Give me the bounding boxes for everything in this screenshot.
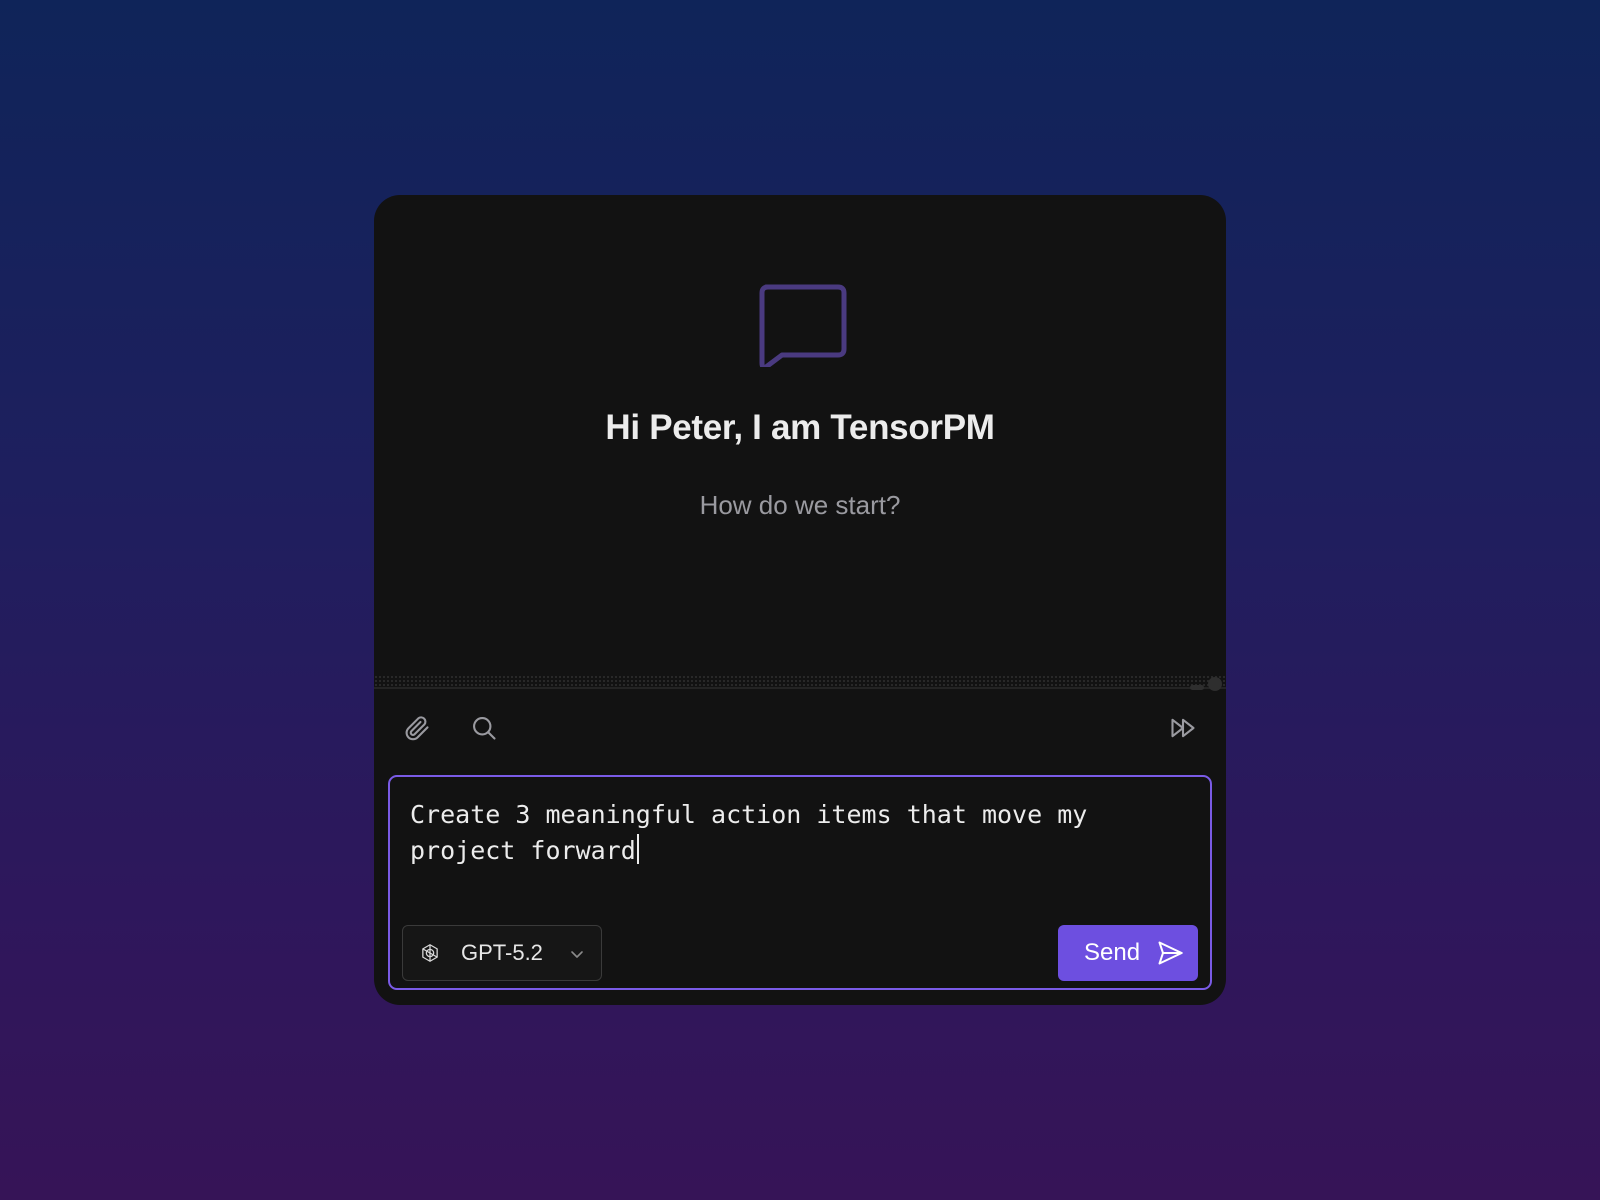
model-label: GPT-5.2 xyxy=(461,940,543,965)
composer-toolbar xyxy=(374,705,1226,757)
fast-forward-button[interactable] xyxy=(1160,705,1206,751)
send-icon xyxy=(1158,941,1183,965)
search-button[interactable] xyxy=(461,705,507,751)
welcome-subtitle: How do we start? xyxy=(699,490,901,520)
send-button[interactable]: Send xyxy=(1058,925,1198,981)
resize-handle-bar[interactable] xyxy=(1190,685,1204,690)
chat-panel: Hi Peter, I am TensorPM How do we start?… xyxy=(374,195,1226,1005)
resize-divider[interactable] xyxy=(374,675,1226,689)
send-label: Send xyxy=(1084,939,1141,966)
openai-icon xyxy=(422,944,438,962)
message-input-value: Create 3 meaningful action items that mo… xyxy=(410,800,1103,865)
model-selector[interactable]: GPT-5.2 xyxy=(402,925,602,981)
welcome-title: Hi Peter, I am TensorPM xyxy=(605,408,995,447)
chat-bubble-icon xyxy=(759,284,847,367)
fast-forward-icon xyxy=(1171,718,1195,738)
search-icon xyxy=(473,717,496,740)
text-caret xyxy=(636,834,639,864)
chevron-down-icon xyxy=(571,951,583,958)
resize-handle[interactable] xyxy=(1208,677,1222,691)
paperclip-icon xyxy=(405,716,429,741)
attach-button[interactable] xyxy=(394,705,440,751)
welcome-section: Hi Peter, I am TensorPM How do we start? xyxy=(374,195,1226,695)
message-input[interactable]: Create 3 meaningful action items that mo… xyxy=(410,797,1190,869)
message-composer[interactable]: Create 3 meaningful action items that mo… xyxy=(388,775,1212,990)
